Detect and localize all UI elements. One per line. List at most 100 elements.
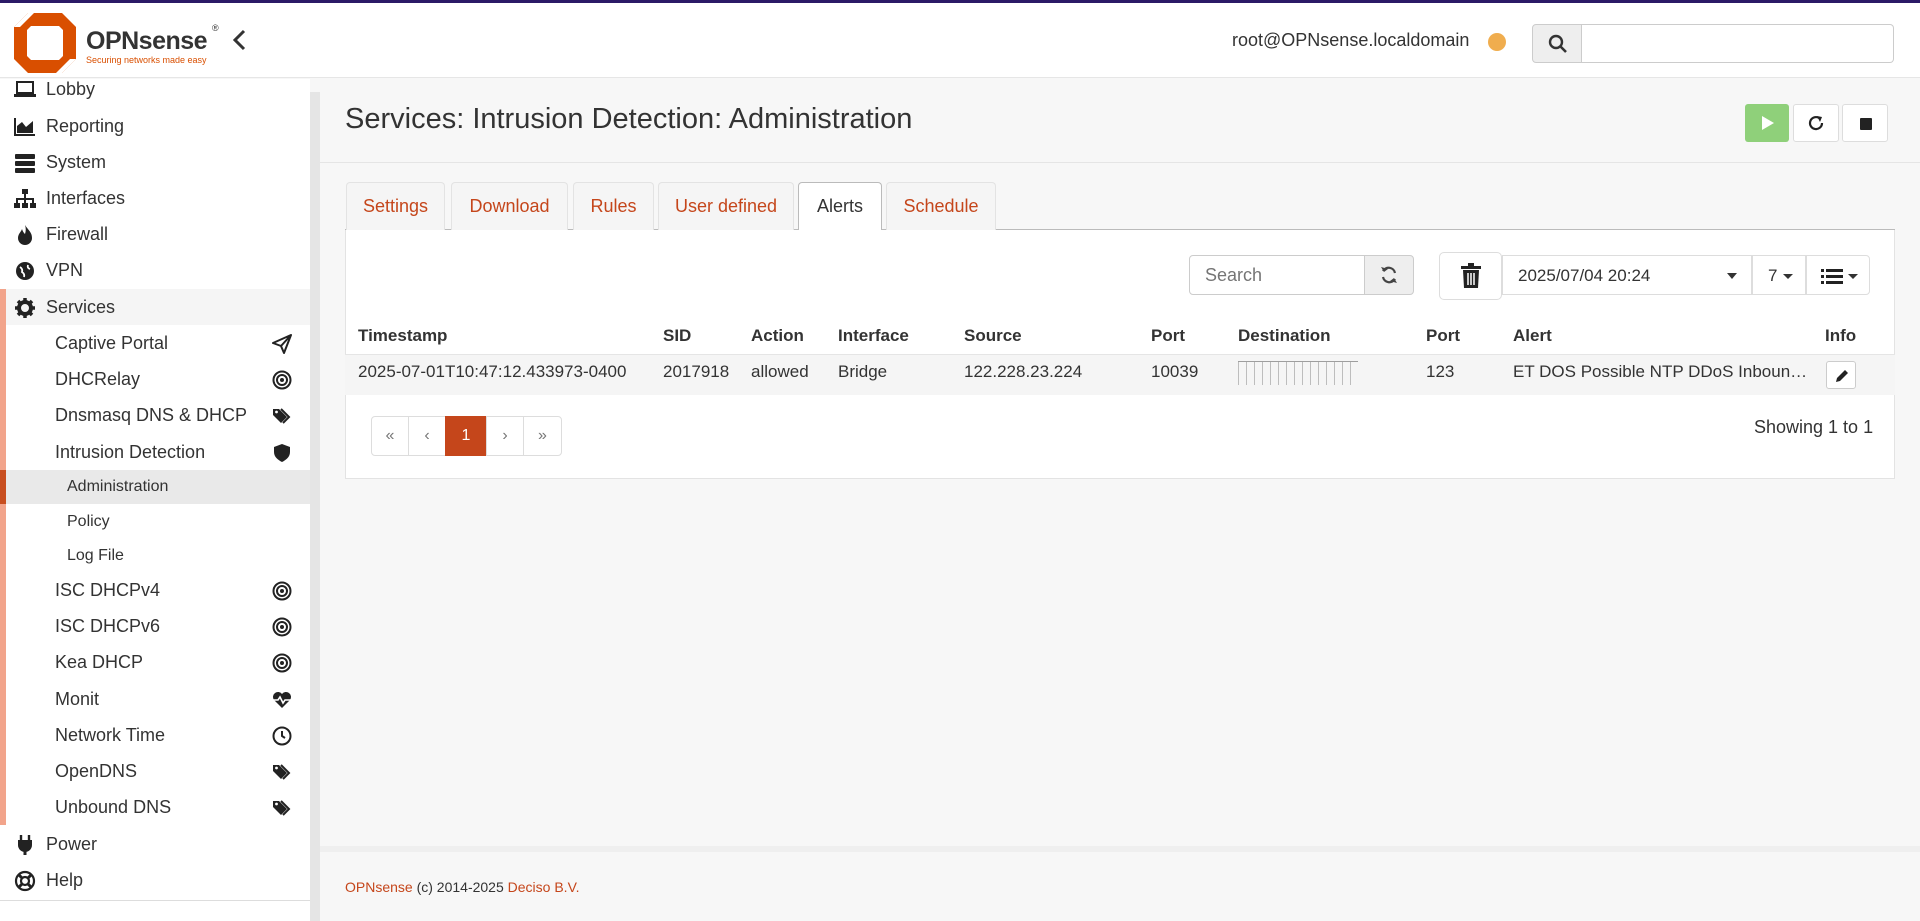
alerts-refresh-button[interactable] — [1364, 255, 1414, 295]
trash-icon — [1461, 263, 1481, 288]
column-header-source-port[interactable]: Port — [1151, 326, 1185, 346]
sidebar-item-isc-dhcpv6[interactable]: ISC DHCPv6 — [0, 608, 310, 644]
alert-info-button[interactable] — [1826, 361, 1856, 389]
sidebar-item-power[interactable]: Power — [0, 826, 310, 862]
sidebar-scrollbar[interactable] — [310, 92, 320, 921]
alerts-search-input[interactable] — [1189, 255, 1365, 295]
collapse-sidebar-icon[interactable] — [232, 29, 246, 55]
sidebar-item-log-file[interactable]: Log File — [0, 539, 310, 573]
column-header-destination[interactable]: Destination — [1238, 326, 1331, 346]
sidebar-item-dnsmasq[interactable]: Dnsmasq DNS & DHCP — [0, 397, 310, 433]
sidebar-item-firewall[interactable]: Firewall — [0, 216, 310, 252]
showing-info: Showing 1 to 1 — [1754, 417, 1874, 437]
cell-timestamp: 2025-07-01T10:47:12.433973-0400 — [358, 362, 627, 381]
chevron-down-icon — [1848, 274, 1858, 279]
sidebar-item-policy[interactable]: Policy — [0, 505, 310, 539]
sidebar-item-unbound-dns[interactable]: Unbound DNS — [0, 789, 310, 825]
rows-per-page-select[interactable]: 7 — [1752, 255, 1806, 295]
sidebar-item-network-time[interactable]: Network Time — [0, 717, 310, 753]
cell-interface: Bridge — [838, 362, 888, 381]
sidebar-item-interfaces[interactable]: Interfaces — [0, 180, 310, 216]
tab-user-defined[interactable]: User defined — [658, 182, 794, 230]
sidebar-item-intrusion-detection[interactable]: Intrusion Detection — [0, 434, 310, 470]
drop-alert-log-button[interactable] — [1439, 252, 1502, 300]
sidebar-item-vpn[interactable]: VPN — [0, 252, 310, 288]
sidebar-item-kea-dhcp[interactable]: Kea DHCP — [0, 644, 310, 680]
tab-settings[interactable]: Settings — [346, 182, 445, 230]
sidebar-item-label: Power — [46, 834, 98, 854]
plug-icon — [18, 835, 32, 855]
pencil-icon — [1836, 370, 1848, 382]
tab-download[interactable]: Download — [451, 182, 568, 230]
column-header-destination-port[interactable]: Port — [1426, 326, 1460, 346]
column-header-info[interactable]: Info — [1825, 326, 1856, 346]
stop-service-button[interactable] — [1842, 104, 1888, 142]
tab-rules[interactable]: Rules — [573, 182, 654, 230]
globe-icon — [16, 262, 34, 280]
sidebar-item-reporting[interactable]: Reporting — [0, 108, 310, 144]
cell-alert: ET DOS Possible NTP DDoS Inbound Frequen… — [1513, 362, 1815, 381]
restart-service-button[interactable] — [1793, 104, 1839, 142]
shield-icon — [274, 444, 290, 462]
column-header-sid[interactable]: SID — [663, 326, 691, 346]
sitemap-icon — [14, 189, 36, 208]
page-title: Services: Intrusion Detection: Administr… — [345, 103, 913, 135]
sidebar-item-label: Reporting — [46, 116, 125, 136]
column-header-interface[interactable]: Interface — [838, 326, 909, 346]
sidebar-item-label: Policy — [67, 513, 110, 530]
pager-last-button[interactable]: » — [523, 416, 562, 456]
fire-icon — [18, 225, 32, 245]
sidebar-item-monit[interactable]: Monit — [0, 681, 310, 717]
clock-icon — [272, 726, 292, 746]
column-header-source[interactable]: Source — [964, 326, 1022, 346]
pager-prev-button[interactable]: ‹ — [408, 416, 446, 456]
sidebar-item-dhcrelay[interactable]: DHCRelay — [0, 361, 310, 397]
pager-page-1-button[interactable]: 1 — [445, 416, 487, 456]
chevron-down-icon — [1727, 273, 1737, 279]
sidebar-item-opendns[interactable]: OpenDNS — [0, 753, 310, 789]
registered-mark: ® — [212, 23, 219, 33]
sidebar-item-label: Monit — [55, 689, 100, 709]
heartbeat-icon — [273, 692, 291, 708]
column-selection-button[interactable] — [1806, 255, 1870, 295]
global-search-input[interactable] — [1582, 24, 1894, 63]
refresh-icon — [1381, 266, 1397, 284]
sidebar-item-label: Help — [46, 870, 84, 890]
tab-alerts[interactable]: Alerts — [798, 182, 882, 231]
bullseye-icon — [272, 581, 292, 601]
footer-deciso-link[interactable]: Deciso B.V. — [508, 879, 580, 895]
user-account-link[interactable]: root@OPNsense.localdomain — [1232, 30, 1469, 51]
pager-next-button[interactable]: › — [486, 416, 524, 456]
pager-first-button[interactable]: « — [371, 416, 409, 456]
tags-icon — [273, 800, 291, 816]
sidebar-item-isc-dhcpv4[interactable]: ISC DHCPv4 — [0, 572, 310, 608]
sidebar-item-help[interactable]: Help — [0, 862, 310, 898]
sidebar-item-label: System — [46, 152, 107, 172]
footer-opnsense-link[interactable]: OPNsense — [345, 879, 413, 895]
brand-tagline: Securing networks made easy — [86, 55, 207, 65]
sidebar-item-lobby[interactable]: Lobby — [0, 71, 310, 107]
cell-source: 122.228.23.224 — [964, 362, 1083, 381]
start-service-button[interactable] — [1745, 104, 1789, 142]
sidebar-item-label: Captive Portal — [55, 333, 169, 353]
sidebar-item-system[interactable]: System — [0, 144, 310, 180]
alert-date-select[interactable]: 2025/07/04 20:24 — [1502, 255, 1752, 295]
sidebar-item-captive-portal[interactable]: Captive Portal — [0, 325, 310, 361]
status-indicator-icon[interactable] — [1488, 33, 1506, 51]
sidebar-item-administration[interactable]: Administration — [0, 470, 310, 504]
column-header-alert[interactable]: Alert — [1513, 326, 1552, 346]
search-button[interactable] — [1532, 24, 1582, 63]
opnsense-logo-mark — [14, 13, 76, 73]
sidebar-item-services[interactable]: Services — [0, 289, 310, 325]
column-header-timestamp[interactable]: Timestamp — [358, 326, 447, 346]
cell-destination-redacted — [1238, 361, 1358, 385]
tab-schedule[interactable]: Schedule — [886, 182, 996, 230]
server-icon — [15, 154, 35, 173]
search-icon — [1548, 34, 1567, 53]
column-header-action[interactable]: Action — [751, 326, 804, 346]
cell-source-port: 10039 — [1151, 362, 1199, 381]
footer-copyright: (c) 2014-2025 — [416, 879, 504, 895]
sidebar-item-label: Lobby — [46, 79, 96, 99]
opnsense-logo[interactable]: OPNsense ® Securing networks made easy — [14, 13, 229, 73]
bullseye-icon — [272, 370, 292, 390]
